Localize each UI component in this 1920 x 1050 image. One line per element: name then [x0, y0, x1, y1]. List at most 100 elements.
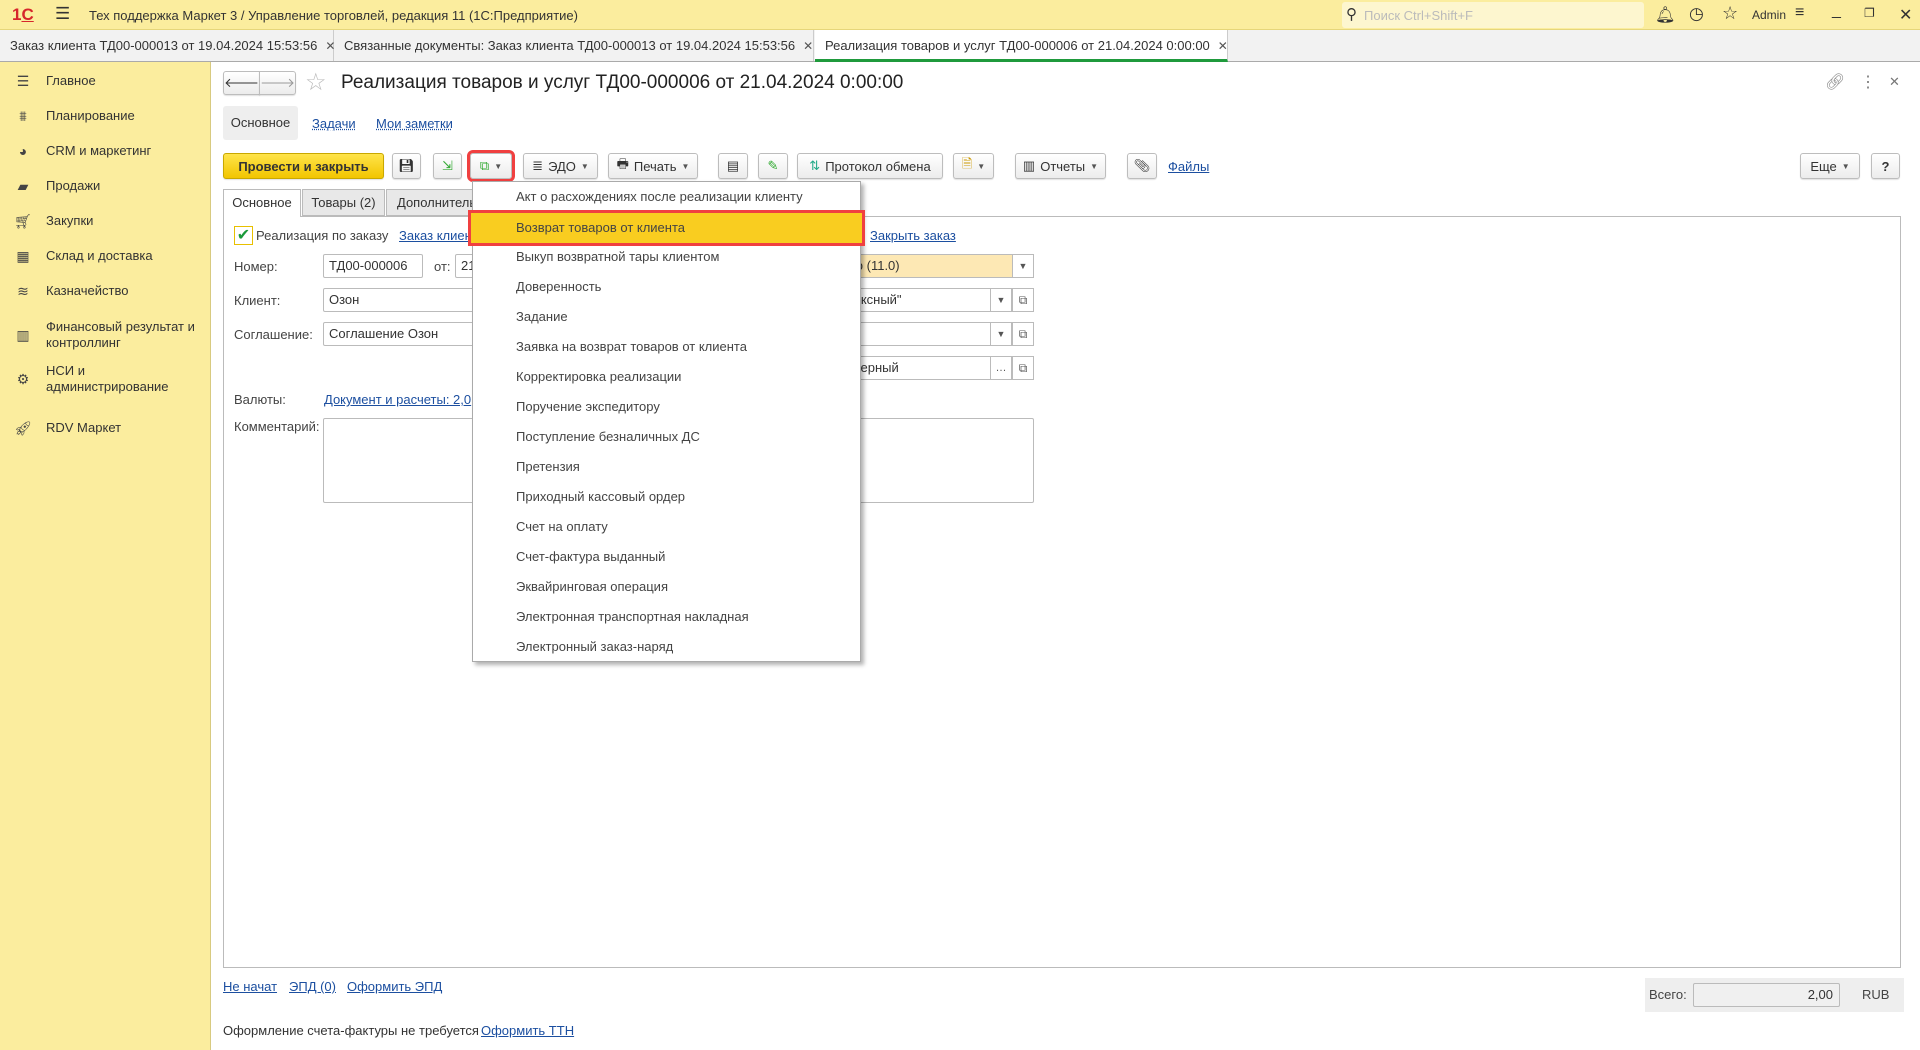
contract-open-button[interactable]: ⧉: [1012, 322, 1034, 346]
settings-menu-icon[interactable]: ≡: [1795, 4, 1804, 22]
history-icon[interactable]: ◷: [1689, 4, 1704, 24]
sidebar-item-main[interactable]: ☰ Главное: [0, 71, 210, 91]
forward-button[interactable]: 🡒: [259, 71, 296, 95]
sidebar-item-purchases[interactable]: 🛒︎ Закупки: [0, 211, 210, 231]
warehouse-select-button[interactable]: …: [990, 356, 1012, 380]
menu-item[interactable]: Эквайринговая операция: [473, 572, 860, 602]
operation-field[interactable]: ию (11.0): [840, 254, 1014, 278]
minimize-icon[interactable]: _: [1832, 2, 1841, 20]
sidebar-item-finance[interactable]: ▥ Финансовый результат и контроллинг: [0, 318, 210, 352]
edo-status-link[interactable]: Не начат: [223, 979, 277, 994]
organization-dropdown-button[interactable]: ▼: [990, 288, 1012, 312]
number-field[interactable]: ТД00-000006: [323, 254, 423, 278]
exchange-log-button[interactable]: ⇅ Протокол обмена: [797, 153, 943, 179]
order-link[interactable]: Заказ клиен: [399, 228, 472, 243]
attach-button[interactable]: 📎︎: [1127, 153, 1157, 179]
contract-dropdown-button[interactable]: ▼: [990, 322, 1012, 346]
menu-item[interactable]: Электронный заказ-наряд: [473, 632, 860, 662]
tab-main[interactable]: Основное: [223, 189, 301, 217]
contract-field[interactable]: [840, 322, 992, 346]
organization-open-button[interactable]: ⧉: [1012, 288, 1034, 312]
menu-item-highlighted[interactable]: Возврат товаров от клиента: [468, 210, 865, 246]
close-window-icon[interactable]: ✕: [1899, 5, 1912, 25]
main-menu-icon[interactable]: ☰: [55, 4, 70, 24]
link-icon[interactable]: 🔗︎: [1825, 72, 1845, 92]
sidebar-item-label: Планирование: [46, 108, 135, 123]
search-input[interactable]: ⚲ Поиск Ctrl+Shift+F: [1342, 2, 1644, 28]
print-button[interactable]: 🖶 Печать ▼: [608, 153, 698, 179]
menu-item[interactable]: Выкуп возвратной тары клиентом: [473, 242, 860, 272]
by-order-checkbox[interactable]: ✔: [234, 226, 253, 245]
more-button[interactable]: Еще ▼: [1800, 153, 1860, 179]
sidebar-item-crm[interactable]: ◕ CRM и маркетинг: [0, 141, 210, 161]
currency-link[interactable]: Документ и расчеты: 2,0: [324, 392, 471, 407]
edo-button[interactable]: ≣ ЭДО ▼: [523, 153, 598, 179]
app-title: Тех поддержка Маркет 3 / Управление торг…: [89, 8, 578, 23]
printer-icon: 🖶: [616, 156, 629, 171]
help-button[interactable]: ?: [1871, 153, 1900, 179]
menu-item[interactable]: Приходный кассовый ордер: [473, 482, 860, 512]
subtab-main[interactable]: Основное: [223, 106, 298, 140]
attachments-menu-button[interactable]: 🗎 ▼: [953, 153, 994, 179]
window-tab-sale[interactable]: Реализация товаров и услуг ТД00-000006 о…: [815, 30, 1228, 62]
menu-item[interactable]: Поручение экспедитору: [473, 392, 860, 422]
close-form-icon[interactable]: ✕: [1889, 74, 1900, 90]
sign-button[interactable]: ✎: [758, 153, 788, 179]
menu-item[interactable]: Доверенность: [473, 272, 860, 302]
make-ttn-link[interactable]: Оформить ТТН: [481, 1023, 574, 1038]
close-icon[interactable]: ✕: [1218, 39, 1228, 53]
window-tab-related[interactable]: Связанные документы: Заказ клиента ТД00-…: [334, 30, 814, 61]
reports-button[interactable]: ▥ Отчеты ▼: [1015, 153, 1106, 179]
post-button[interactable]: ⇲: [433, 153, 462, 179]
warehouse-open-button[interactable]: ⧉: [1012, 356, 1034, 380]
sidebar-item-sales[interactable]: ▰ Продажи: [0, 176, 210, 196]
more-dots-icon[interactable]: ⋮: [1860, 72, 1876, 92]
post-and-close-button[interactable]: Провести и закрыть: [223, 153, 384, 179]
window-tab-order[interactable]: Заказ клиента ТД00-000013 от 19.04.2024 …: [0, 30, 335, 61]
sidebar-item-label: Склад и доставка: [46, 248, 153, 263]
make-epd-link[interactable]: Оформить ЭПД: [347, 979, 442, 994]
sidebar-item-treasury[interactable]: ≋ Казначейство: [0, 281, 210, 301]
favorite-star-icon[interactable]: ☆: [305, 68, 327, 97]
organization-field[interactable]: лексный": [840, 288, 992, 312]
close-order-link[interactable]: Закрыть заказ: [870, 228, 956, 243]
close-icon[interactable]: ✕: [803, 39, 813, 53]
title-bar: 1С ☰ Тех поддержка Маркет 3 / Управление…: [0, 0, 1920, 30]
menu-item[interactable]: Акт о расхождениях после реализации клие…: [473, 182, 860, 212]
operation-dropdown-button[interactable]: ▼: [1012, 254, 1034, 278]
menu-item[interactable]: Электронная транспортная накладная: [473, 602, 860, 632]
warehouse-field[interactable]: рдерный: [840, 356, 992, 380]
client-field[interactable]: Озон: [323, 288, 483, 312]
sidebar-item-planning[interactable]: ⩩ Планирование: [0, 106, 210, 126]
create-based-on-button[interactable]: ⧉ ▼: [467, 150, 515, 182]
post-document-icon: ⇲: [442, 158, 453, 173]
subtab-notes[interactable]: Мои заметки: [376, 116, 453, 131]
back-button[interactable]: 🡐: [223, 71, 260, 95]
sidebar-item-warehouse[interactable]: ▦ Склад и доставка: [0, 246, 210, 266]
pen-icon: ✎: [767, 158, 779, 173]
menu-item[interactable]: Поступление безналичных ДС: [473, 422, 860, 452]
structure-button[interactable]: ▤: [718, 153, 748, 179]
menu-item[interactable]: Задание: [473, 302, 860, 332]
save-button[interactable]: 💾︎: [392, 153, 421, 179]
tab-label: Связанные документы: Заказ клиента ТД00-…: [344, 38, 796, 53]
chevron-down-icon: ▼: [1090, 161, 1099, 171]
epd-link[interactable]: ЭПД (0): [289, 979, 336, 994]
user-name[interactable]: Admin: [1752, 8, 1786, 22]
menu-item[interactable]: Счет-фактура выданный: [473, 542, 860, 572]
search-placeholder: Поиск Ctrl+Shift+F: [1364, 8, 1473, 23]
sidebar-item-admin[interactable]: ⚙ НСИ и администрирование: [0, 362, 210, 396]
files-link[interactable]: Файлы: [1168, 159, 1209, 174]
subtab-tasks[interactable]: Задачи: [312, 116, 356, 131]
menu-item[interactable]: Счет на оплату: [473, 512, 860, 542]
restore-icon[interactable]: ❐: [1864, 6, 1875, 20]
agreement-field[interactable]: Соглашение Озон: [323, 322, 483, 346]
tab-goods[interactable]: Товары (2): [302, 189, 385, 216]
sidebar-item-rdv[interactable]: 🚀︎ RDV Маркет: [0, 418, 210, 438]
menu-item[interactable]: Заявка на возврат товаров от клиента: [473, 332, 860, 362]
tab-additional[interactable]: Дополнитель: [386, 189, 486, 216]
menu-item[interactable]: Корректировка реализации: [473, 362, 860, 392]
menu-item[interactable]: Претензия: [473, 452, 860, 482]
star-icon[interactable]: ☆: [1722, 3, 1738, 24]
bell-icon[interactable]: 🔔︎: [1655, 5, 1675, 25]
